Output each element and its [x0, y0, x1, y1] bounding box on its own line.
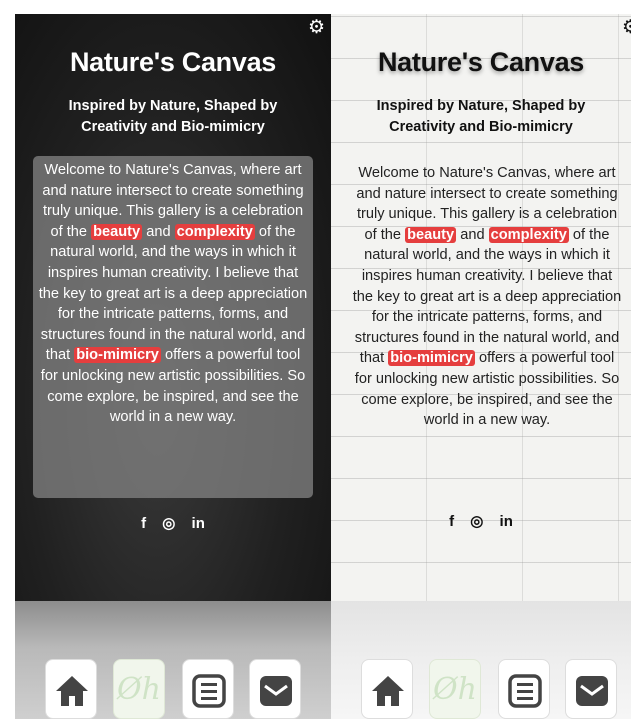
highlight-complexity: complexity — [488, 226, 569, 243]
intro-text: Welcome to Nature's Canvas, where art an… — [351, 163, 623, 431]
highlight-beauty: beauty — [405, 226, 457, 243]
menu-button[interactable] — [498, 659, 550, 719]
bottom-nav: Øh — [361, 659, 621, 719]
instagram-icon[interactable]: ◎ — [162, 514, 175, 532]
social-links: f ◎ in — [15, 514, 331, 532]
logo-button[interactable]: Øh — [113, 659, 165, 719]
home-button[interactable] — [45, 659, 97, 719]
mail-icon — [260, 676, 292, 706]
highlight-bio-mimicry: bio-mimicry — [74, 347, 161, 364]
bottom-nav: Øh — [45, 659, 305, 719]
dark-theme-preview: ⚙ Nature's Canvas Inspired by Nature, Sh… — [15, 14, 331, 719]
home-icon — [372, 676, 404, 706]
menu-icon — [508, 674, 542, 708]
intro-text-part: and — [142, 223, 175, 240]
highlight-bio-mimicry: bio-mimicry — [388, 350, 475, 367]
gear-icon[interactable]: ⚙ — [308, 18, 325, 37]
light-theme-preview: ⚙ Nature's Canvas Inspired by Nature, Sh… — [331, 14, 631, 719]
contact-button[interactable] — [565, 659, 617, 719]
social-links: f ◎ in — [331, 512, 631, 530]
highlight-beauty: beauty — [91, 223, 143, 240]
menu-icon — [192, 674, 226, 708]
instagram-icon[interactable]: ◎ — [470, 512, 483, 530]
facebook-icon[interactable]: f — [449, 513, 454, 530]
mail-icon — [576, 676, 608, 706]
facebook-icon[interactable]: f — [141, 515, 146, 532]
page-subtitle: Inspired by Nature, Shaped by Creativity… — [68, 98, 278, 135]
gear-icon[interactable]: ⚙ — [622, 18, 631, 37]
home-button[interactable] — [361, 659, 413, 719]
linkedin-icon[interactable]: in — [192, 515, 205, 532]
intro-text-part: of the natural world, and the ways in wh… — [38, 223, 308, 364]
intro-text: Welcome to Nature's Canvas, where art an… — [33, 156, 313, 498]
intro-text-part: of the natural world, and the ways in wh… — [352, 226, 622, 367]
page-title: Nature's Canvas — [377, 47, 585, 77]
menu-button[interactable] — [182, 659, 234, 719]
home-icon — [56, 676, 88, 706]
page-subtitle: Inspired by Nature, Shaped by Creativity… — [376, 98, 586, 135]
logo-icon: Øh — [433, 672, 477, 707]
highlight-complexity: complexity — [174, 223, 255, 240]
linkedin-icon[interactable]: in — [500, 513, 513, 530]
page-title: Nature's Canvas — [69, 47, 277, 77]
logo-button[interactable]: Øh — [429, 659, 481, 719]
contact-button[interactable] — [249, 659, 301, 719]
logo-icon: Øh — [117, 672, 161, 707]
intro-text-part: and — [456, 226, 489, 243]
